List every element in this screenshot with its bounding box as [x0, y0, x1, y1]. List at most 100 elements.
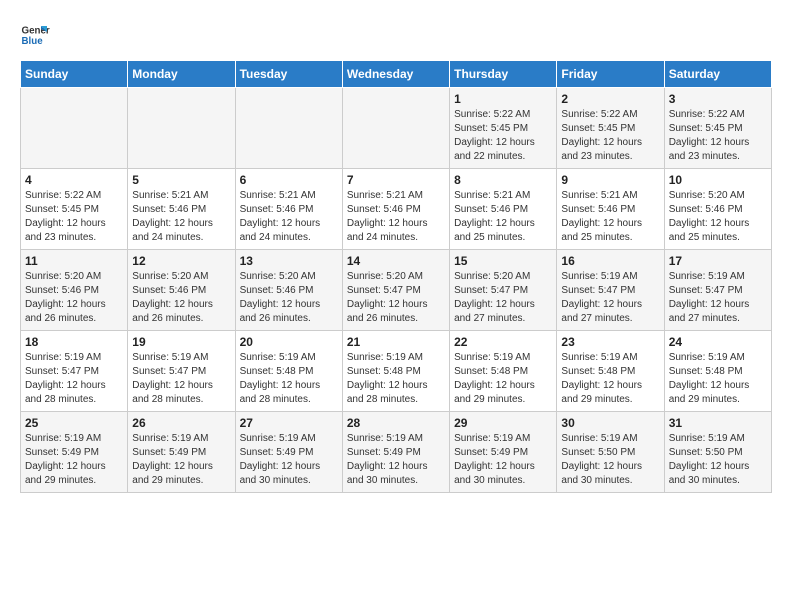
day-number: 5: [132, 173, 230, 187]
day-info: Sunrise: 5:22 AM Sunset: 5:45 PM Dayligh…: [561, 108, 659, 164]
weekday-header: Monday: [128, 61, 235, 88]
calendar-cell: 21 Sunrise: 5:19 AM Sunset: 5:48 PM Dayli…: [342, 331, 449, 412]
calendar-cell: 26Sunrise: 5:19 AM Sunset: 5:49 PM Dayli…: [128, 412, 235, 493]
weekday-header: Tuesday: [235, 61, 342, 88]
day-info: Sunrise: 5:20 AM Sunset: 5:47 PM Dayligh…: [454, 270, 552, 326]
calendar-cell: 5Sunrise: 5:21 AM Sunset: 5:46 PM Daylig…: [128, 169, 235, 250]
calendar-cell: 1 Sunrise: 5:22 AM Sunset: 5:45 PM Daylig…: [450, 88, 557, 169]
calendar-cell: 12 Sunrise: 5:20 AM Sunset: 5:46 PM Dayli…: [128, 250, 235, 331]
calendar-cell: 13Sunrise: 5:20 AM Sunset: 5:46 PM Dayli…: [235, 250, 342, 331]
day-info: Sunrise: 5:19 AM Sunset: 5:49 PM Dayligh…: [132, 432, 230, 488]
day-info: Sunrise: 5:20 AM Sunset: 5:46 PM Dayligh…: [132, 270, 230, 326]
calendar-cell: [21, 88, 128, 169]
day-info: Sunrise: 5:19 AM Sunset: 5:48 PM Dayligh…: [454, 351, 552, 407]
page-header: General Blue: [20, 20, 772, 50]
day-info: Sunrise: 5:20 AM Sunset: 5:46 PM Dayligh…: [669, 189, 767, 245]
calendar-cell: [235, 88, 342, 169]
weekday-header: Friday: [557, 61, 664, 88]
day-number: 30: [561, 416, 659, 430]
day-info: Sunrise: 5:20 AM Sunset: 5:46 PM Dayligh…: [25, 270, 123, 326]
logo: General Blue: [20, 20, 54, 50]
day-number: 14: [347, 254, 445, 268]
day-number: 3: [669, 92, 767, 106]
calendar-cell: 8 Sunrise: 5:21 AM Sunset: 5:46 PM Daylig…: [450, 169, 557, 250]
day-number: 15: [454, 254, 552, 268]
weekday-header: Sunday: [21, 61, 128, 88]
calendar-cell: 2 Sunrise: 5:22 AM Sunset: 5:45 PM Daylig…: [557, 88, 664, 169]
day-number: 8: [454, 173, 552, 187]
day-number: 10: [669, 173, 767, 187]
day-number: 2: [561, 92, 659, 106]
calendar-table: SundayMondayTuesdayWednesdayThursdayFrid…: [20, 60, 772, 493]
calendar-cell: 22 Sunrise: 5:19 AM Sunset: 5:48 PM Dayli…: [450, 331, 557, 412]
calendar-cell: [342, 88, 449, 169]
calendar-week-row: 4Sunrise: 5:22 AM Sunset: 5:45 PM Daylig…: [21, 169, 772, 250]
day-number: 24: [669, 335, 767, 349]
calendar-cell: 15 Sunrise: 5:20 AM Sunset: 5:47 PM Dayli…: [450, 250, 557, 331]
calendar-week-row: 25 Sunrise: 5:19 AM Sunset: 5:49 PM Dayli…: [21, 412, 772, 493]
calendar-cell: 9 Sunrise: 5:21 AM Sunset: 5:46 PM Daylig…: [557, 169, 664, 250]
calendar-cell: [128, 88, 235, 169]
day-number: 17: [669, 254, 767, 268]
calendar-cell: 23Sunrise: 5:19 AM Sunset: 5:48 PM Dayli…: [557, 331, 664, 412]
day-number: 28: [347, 416, 445, 430]
day-info: Sunrise: 5:21 AM Sunset: 5:46 PM Dayligh…: [240, 189, 338, 245]
calendar-cell: 25 Sunrise: 5:19 AM Sunset: 5:49 PM Dayli…: [21, 412, 128, 493]
calendar-cell: 14 Sunrise: 5:20 AM Sunset: 5:47 PM Dayli…: [342, 250, 449, 331]
day-number: 12: [132, 254, 230, 268]
day-number: 7: [347, 173, 445, 187]
day-number: 1: [454, 92, 552, 106]
day-info: Sunrise: 5:19 AM Sunset: 5:49 PM Dayligh…: [240, 432, 338, 488]
day-info: Sunrise: 5:19 AM Sunset: 5:49 PM Dayligh…: [25, 432, 123, 488]
calendar-cell: 31 Sunrise: 5:19 AM Sunset: 5:50 PM Dayli…: [664, 412, 771, 493]
day-number: 27: [240, 416, 338, 430]
calendar-cell: 18Sunrise: 5:19 AM Sunset: 5:47 PM Dayli…: [21, 331, 128, 412]
day-number: 31: [669, 416, 767, 430]
calendar-cell: 4Sunrise: 5:22 AM Sunset: 5:45 PM Daylig…: [21, 169, 128, 250]
day-info: Sunrise: 5:19 AM Sunset: 5:48 PM Dayligh…: [669, 351, 767, 407]
calendar-cell: 17 Sunrise: 5:19 AM Sunset: 5:47 PM Dayli…: [664, 250, 771, 331]
calendar-cell: 7 Sunrise: 5:21 AM Sunset: 5:46 PM Daylig…: [342, 169, 449, 250]
day-number: 19: [132, 335, 230, 349]
calendar-cell: 29Sunrise: 5:19 AM Sunset: 5:49 PM Dayli…: [450, 412, 557, 493]
day-number: 23: [561, 335, 659, 349]
calendar-cell: 11 Sunrise: 5:20 AM Sunset: 5:46 PM Dayli…: [21, 250, 128, 331]
day-info: Sunrise: 5:19 AM Sunset: 5:48 PM Dayligh…: [240, 351, 338, 407]
calendar-week-row: 18Sunrise: 5:19 AM Sunset: 5:47 PM Dayli…: [21, 331, 772, 412]
day-info: Sunrise: 5:20 AM Sunset: 5:47 PM Dayligh…: [347, 270, 445, 326]
calendar-week-row: 1 Sunrise: 5:22 AM Sunset: 5:45 PM Daylig…: [21, 88, 772, 169]
day-number: 11: [25, 254, 123, 268]
calendar-cell: 30 Sunrise: 5:19 AM Sunset: 5:50 PM Dayli…: [557, 412, 664, 493]
day-number: 22: [454, 335, 552, 349]
calendar-cell: 28Sunrise: 5:19 AM Sunset: 5:49 PM Dayli…: [342, 412, 449, 493]
weekday-header: Saturday: [664, 61, 771, 88]
day-number: 21: [347, 335, 445, 349]
day-info: Sunrise: 5:19 AM Sunset: 5:50 PM Dayligh…: [561, 432, 659, 488]
calendar-week-row: 11 Sunrise: 5:20 AM Sunset: 5:46 PM Dayli…: [21, 250, 772, 331]
day-number: 25: [25, 416, 123, 430]
logo-icon: General Blue: [20, 20, 50, 50]
calendar-cell: 3 Sunrise: 5:22 AM Sunset: 5:45 PM Daylig…: [664, 88, 771, 169]
day-info: Sunrise: 5:21 AM Sunset: 5:46 PM Dayligh…: [454, 189, 552, 245]
day-number: 20: [240, 335, 338, 349]
day-info: Sunrise: 5:19 AM Sunset: 5:47 PM Dayligh…: [669, 270, 767, 326]
day-info: Sunrise: 5:19 AM Sunset: 5:47 PM Dayligh…: [561, 270, 659, 326]
day-info: Sunrise: 5:19 AM Sunset: 5:47 PM Dayligh…: [132, 351, 230, 407]
weekday-header: Wednesday: [342, 61, 449, 88]
day-number: 29: [454, 416, 552, 430]
day-number: 9: [561, 173, 659, 187]
calendar-cell: 20 Sunrise: 5:19 AM Sunset: 5:48 PM Dayli…: [235, 331, 342, 412]
day-number: 6: [240, 173, 338, 187]
day-info: Sunrise: 5:22 AM Sunset: 5:45 PM Dayligh…: [25, 189, 123, 245]
day-info: Sunrise: 5:22 AM Sunset: 5:45 PM Dayligh…: [669, 108, 767, 164]
day-info: Sunrise: 5:19 AM Sunset: 5:47 PM Dayligh…: [25, 351, 123, 407]
day-info: Sunrise: 5:19 AM Sunset: 5:50 PM Dayligh…: [669, 432, 767, 488]
calendar-cell: 6 Sunrise: 5:21 AM Sunset: 5:46 PM Daylig…: [235, 169, 342, 250]
calendar-cell: 27 Sunrise: 5:19 AM Sunset: 5:49 PM Dayli…: [235, 412, 342, 493]
calendar-cell: 16Sunrise: 5:19 AM Sunset: 5:47 PM Dayli…: [557, 250, 664, 331]
day-info: Sunrise: 5:21 AM Sunset: 5:46 PM Dayligh…: [347, 189, 445, 245]
day-info: Sunrise: 5:19 AM Sunset: 5:48 PM Dayligh…: [347, 351, 445, 407]
day-info: Sunrise: 5:21 AM Sunset: 5:46 PM Dayligh…: [561, 189, 659, 245]
calendar-cell: 19 Sunrise: 5:19 AM Sunset: 5:47 PM Dayli…: [128, 331, 235, 412]
day-info: Sunrise: 5:22 AM Sunset: 5:45 PM Dayligh…: [454, 108, 552, 164]
